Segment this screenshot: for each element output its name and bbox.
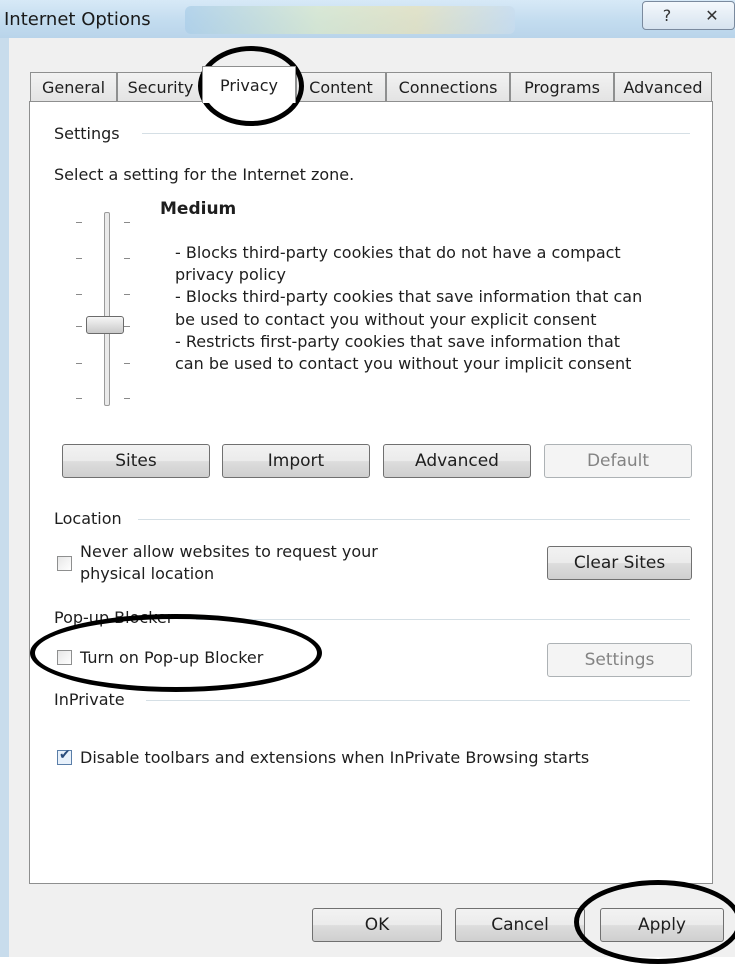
slider-tick [76,326,82,327]
disable-toolbars-checkbox[interactable] [57,747,72,765]
disable-toolbars-label: Disable toolbars and extensions when InP… [80,748,590,767]
slider-tick [76,222,82,223]
ok-button[interactable]: OK [312,908,442,942]
tab-programs[interactable]: Programs [510,72,614,102]
annotation-ring-apply [574,880,735,964]
default-button[interactable]: Default [544,444,692,478]
privacy-level-name: Medium [160,199,237,219]
sites-button[interactable]: Sites [62,444,210,478]
tab-label: Connections [398,78,498,97]
close-button[interactable]: ✕ [690,1,735,30]
slider-tick [76,258,82,259]
privacy-description-line: - Restricts first-party cookies that sav… [175,332,621,351]
slider-tick [76,398,82,399]
privacy-description-line: - Blocks third-party cookies that save i… [175,287,643,306]
window-border [0,38,9,957]
tab-connections[interactable]: Connections [386,72,510,102]
tab-label: General [41,78,106,97]
slider-tick [124,326,130,327]
slider-tick [76,294,82,295]
tab-label: Privacy [220,75,278,95]
inprivate-divider [146,700,690,701]
import-button[interactable]: Import [222,444,370,478]
location-divider [138,519,690,520]
close-icon: ✕ [705,6,719,25]
slider-tick [124,398,130,399]
tab-security[interactable]: Security [117,72,204,102]
inprivate-group-header: InPrivate [54,690,125,709]
settings-prompt: Select a setting for the Internet zone. [54,165,355,184]
clear-sites-button[interactable]: Clear Sites [547,546,692,580]
settings-divider [142,133,690,134]
popup-divider [196,619,690,620]
slider-tick [124,222,130,223]
never-allow-location-label: Never allow websites to request your phy… [80,541,378,585]
tab-advanced[interactable]: Advanced [614,72,712,102]
privacy-description-line: be used to contact you without your expl… [175,310,597,329]
annotation-ring-popup-blocker [30,614,322,692]
window-title: Internet Options [4,9,151,30]
advanced-button[interactable]: Advanced [383,444,531,478]
tab-label: Programs [524,78,600,97]
slider-tick [124,294,130,295]
privacy-description-line: - Blocks third-party cookies that do not… [175,243,621,262]
title-bar: Internet Options ? ✕ [0,0,735,38]
location-group-header: Location [54,509,122,528]
settings-group-header: Settings [54,124,120,143]
slider-track [104,212,110,406]
cancel-button[interactable]: Cancel [455,908,585,942]
help-icon: ? [662,6,672,25]
tab-general[interactable]: General [30,72,117,102]
privacy-description-line: privacy policy [175,265,286,284]
slider-thumb[interactable] [86,316,124,334]
never-allow-location-checkbox[interactable] [57,556,72,571]
tab-label: Security [127,78,194,97]
label-line: Never allow websites to request your [80,542,378,561]
help-button[interactable]: ? [642,1,692,30]
popup-settings-button[interactable]: Settings [547,643,692,677]
slider-tick [124,258,130,259]
tab-privacy[interactable]: Privacy [202,66,296,103]
blurred-address-overlay [185,6,515,34]
label-line: physical location [80,564,215,583]
slider-tick [124,363,130,364]
slider-tick [76,363,82,364]
tab-label: Advanced [623,78,703,97]
tab-content[interactable]: Content [296,72,386,102]
tab-label: Content [309,78,373,97]
privacy-description-line: can be used to contact you without your … [175,354,632,373]
